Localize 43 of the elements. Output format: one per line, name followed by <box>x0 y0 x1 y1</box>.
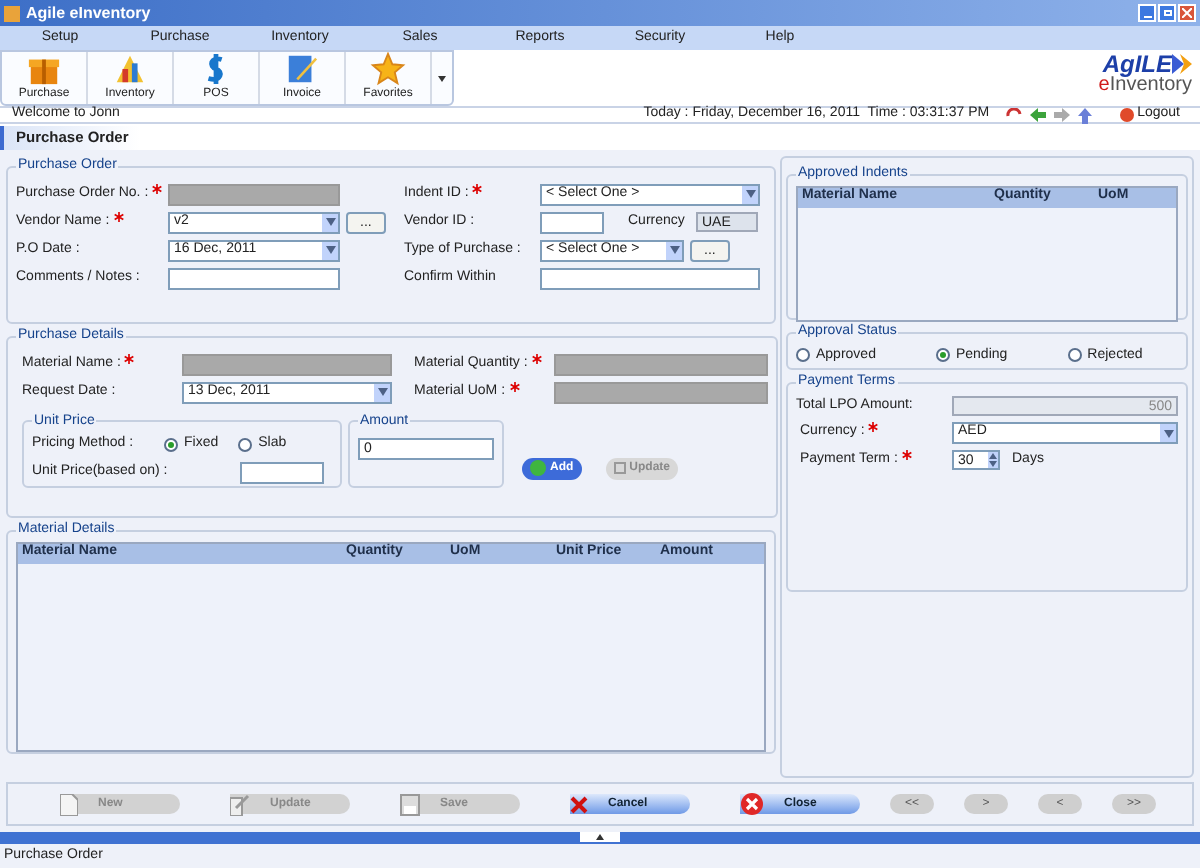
caret-icon <box>322 213 338 231</box>
required-icon <box>152 183 163 194</box>
restore-button[interactable] <box>1158 4 1176 22</box>
back-arrow-icon[interactable] <box>1029 108 1046 122</box>
document-pencil-icon <box>230 793 250 815</box>
radio-button[interactable] <box>796 348 810 363</box>
refresh-icon[interactable] <box>1005 108 1022 122</box>
document-icon <box>60 793 78 815</box>
input-field[interactable] <box>540 267 760 289</box>
radio-button[interactable] <box>935 348 950 363</box>
caret-icon <box>666 241 682 259</box>
required-icon <box>113 211 124 222</box>
input-field[interactable] <box>540 211 604 233</box>
radio-button[interactable] <box>238 437 253 452</box>
collapse-handle[interactable] <box>580 832 620 842</box>
required-icon <box>901 450 912 460</box>
caret-icon <box>742 185 758 203</box>
input-field[interactable] <box>240 461 324 483</box>
caret-icon <box>322 241 338 259</box>
caret-icon <box>1160 424 1176 442</box>
dropdown-arrow-icon[interactable] <box>438 75 446 81</box>
forward-arrow-icon[interactable] <box>1053 108 1070 122</box>
logo: AgILE eInventory <box>1098 50 1194 100</box>
app-icon <box>4 5 20 21</box>
star-icon <box>370 52 406 86</box>
required-icon <box>531 353 542 364</box>
minimize-button[interactable] <box>1138 4 1156 22</box>
radio-button[interactable] <box>164 437 178 452</box>
required-icon <box>868 422 879 433</box>
caret-icon <box>374 383 390 401</box>
close-button[interactable] <box>1178 4 1196 22</box>
required-icon <box>124 353 135 364</box>
radio-button[interactable] <box>1067 348 1082 363</box>
required-icon <box>509 381 520 392</box>
spinner-arrows-icon <box>988 452 998 469</box>
input-field[interactable] <box>168 267 340 289</box>
up-arrow-icon[interactable] <box>1077 107 1092 123</box>
document-pencil-icon <box>284 52 320 86</box>
chart-icon <box>112 52 148 86</box>
cross-icon <box>570 795 588 813</box>
window-title: Agile eInventory <box>26 1 151 25</box>
required-icon <box>472 183 483 194</box>
close-circle-icon <box>740 792 764 816</box>
